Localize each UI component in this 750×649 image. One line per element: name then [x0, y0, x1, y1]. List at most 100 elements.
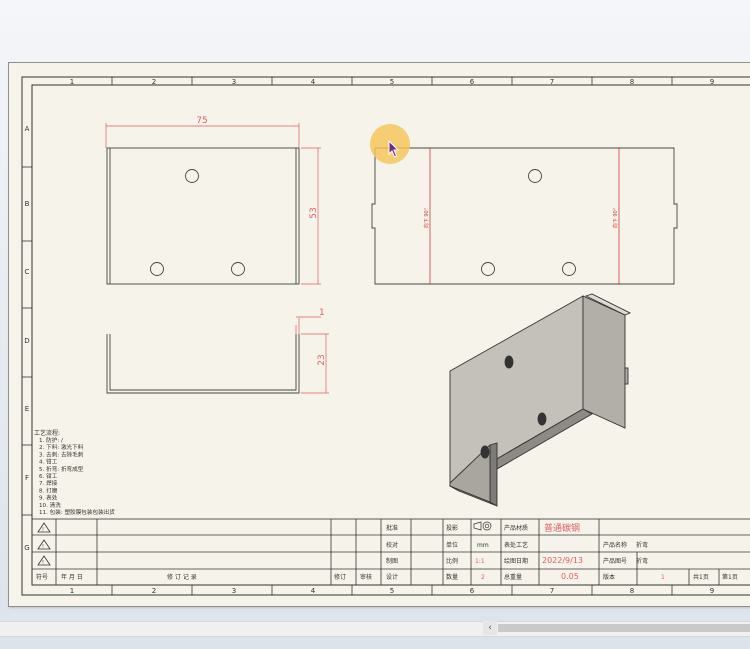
dim-width [105, 123, 300, 148]
qty-label: 数量 [446, 573, 458, 581]
isometric-view[interactable] [449, 293, 632, 507]
svg-text:!: ! [42, 544, 44, 550]
zone-columns-bottom: 1 2 3 4 5 6 7 8 9 [70, 585, 714, 595]
part-name-value: 折弯 [636, 541, 648, 549]
weight-label: 总重量 [504, 573, 522, 581]
zone-row-label: A [25, 125, 30, 133]
zone-col-label-top: 6 [470, 78, 475, 86]
sign-approve: 批准 [386, 524, 398, 532]
iso-face-right-flange [582, 295, 626, 429]
zone-col-label-top: 7 [550, 78, 554, 86]
zone-col-label-bottom: 6 [470, 587, 475, 595]
iso-left-flange-edge [489, 442, 498, 507]
sign-review: 审核 [360, 573, 372, 581]
zone-col-label-top: 4 [311, 78, 316, 86]
qty-value: 2 [481, 574, 485, 581]
iso-hole-1 [504, 355, 514, 369]
version-label: 版本 [603, 573, 615, 581]
hole-top [185, 169, 199, 183]
zone-col-label-top: 9 [710, 78, 714, 86]
zone-col-label-bottom: 3 [232, 587, 236, 595]
zone-col-label-top: 8 [630, 78, 634, 86]
top-view-outline [106, 147, 300, 285]
zone-col-label-top: 3 [232, 78, 236, 86]
hole-bottom-left [150, 262, 164, 276]
zone-rows-left: A B C D E F G [22, 125, 32, 552]
zone-col-label-bottom: 4 [311, 587, 316, 595]
zone-col-label-top: 1 [70, 78, 74, 86]
zone-col-label-top: 2 [152, 78, 156, 86]
front-view[interactable] [106, 334, 300, 394]
zone-col-label-bottom: 1 [70, 587, 74, 595]
zone-row-label: D [24, 337, 29, 345]
version-value: 1 [661, 574, 665, 581]
top-view[interactable] [106, 147, 300, 285]
front-view-inner [109, 334, 297, 391]
process-note-line: 11. 包装: 塑胶膜包装包装出货 [39, 508, 115, 516]
part-name-label: 产品名称 [603, 541, 627, 549]
part-no-value: 折弯 [636, 557, 648, 565]
zone-col-label-bottom: 5 [390, 587, 394, 595]
zone-row-label: B [25, 200, 30, 208]
bend-label-right: 向下 90° [612, 207, 619, 228]
process-note-line: 8. 打磨 [39, 486, 58, 494]
sign-design: 设计 [386, 573, 398, 581]
flat-pattern-view[interactable] [371, 147, 678, 285]
process-note-line: 6. 钳工 [39, 472, 58, 480]
sign-draw: 制图 [386, 557, 398, 565]
dim-flange-label: 23 [317, 354, 327, 365]
scale-label: 比例 [446, 557, 458, 565]
sign-check: 校对 [386, 541, 398, 549]
zone-col-label-top: 5 [390, 78, 394, 86]
flat-hole-bottom-right [562, 262, 576, 276]
part-no-label: 产品图号 [603, 557, 627, 565]
rev-record-header: 修 订 记 录 [167, 573, 197, 581]
process-note-line: 2. 下料: 激光下料 [39, 443, 84, 451]
dim-thickness-label: 1 [319, 308, 325, 318]
svg-text:!: ! [42, 527, 44, 533]
process-note-line: 3. 去刺: 去除毛刺 [39, 450, 84, 458]
scroll-left-arrow-icon[interactable]: ‹ [483, 621, 497, 635]
zone-row-label: C [25, 268, 30, 276]
zone-row-label: F [25, 474, 29, 482]
iso-tab [624, 367, 629, 385]
zone-col-label-bottom: 7 [550, 587, 554, 595]
drawing-viewport[interactable]: 123456789 123456789 ABCDEFG 75 53 1 23 向… [0, 0, 750, 649]
material-label: 产品材质 [504, 524, 528, 532]
flat-hole-bottom-left [481, 262, 495, 276]
rev-symbol-header: 符号 [36, 573, 48, 581]
zone-row-label: E [25, 405, 29, 413]
sheet-number: 第1页 [722, 573, 738, 581]
projection-label: 投影 [446, 524, 458, 532]
zone-col-label-bottom: 9 [710, 587, 714, 595]
zone-row-label: G [24, 544, 29, 552]
process-notes-title: 工艺流程: [34, 429, 60, 437]
dim-width-label: 75 [196, 116, 207, 126]
revision-triangles: ! ! ! [37, 522, 51, 566]
iso-hole-3 [480, 445, 490, 459]
svg-text:!: ! [42, 560, 44, 566]
unit-value: mm [477, 542, 489, 549]
scale-value: 1:1 [475, 558, 485, 565]
flat-pattern-outline [371, 147, 678, 285]
total-sheets: 共1页 [693, 573, 709, 581]
sign-revise: 修订 [334, 573, 346, 581]
material-value: 普通碳钢 [544, 522, 580, 534]
process-note-line: 4. 钳工 [39, 458, 58, 466]
date-value: 2022/9/13 [542, 556, 583, 565]
bend-label-left: 向下 90° [423, 207, 430, 228]
process-label: 表处工艺 [504, 541, 528, 549]
process-note-line: 9. 表处 [39, 494, 58, 502]
horizontal-scroll-thumb[interactable] [498, 624, 750, 632]
process-notes: 工艺流程: 1. 防护: /2. 下料: 激光下料3. 去刺: 去除毛刺4. 钳… [34, 429, 115, 516]
title-block-text: 符号 年 月 日 修 订 记 录 修订 审核 设计 制图 校对 批准 投影 单位… [36, 522, 738, 581]
front-view-outer [106, 334, 300, 394]
projection-symbol [473, 521, 492, 531]
rev-date-header: 年 月 日 [61, 573, 83, 581]
mouse-cursor-icon [388, 140, 400, 158]
process-note-line: 10. 清洗 [39, 501, 61, 509]
dim-height-label: 53 [309, 207, 319, 218]
bend-lines [429, 148, 620, 284]
dim-thickness [295, 316, 321, 334]
hole-bottom-right [231, 262, 245, 276]
